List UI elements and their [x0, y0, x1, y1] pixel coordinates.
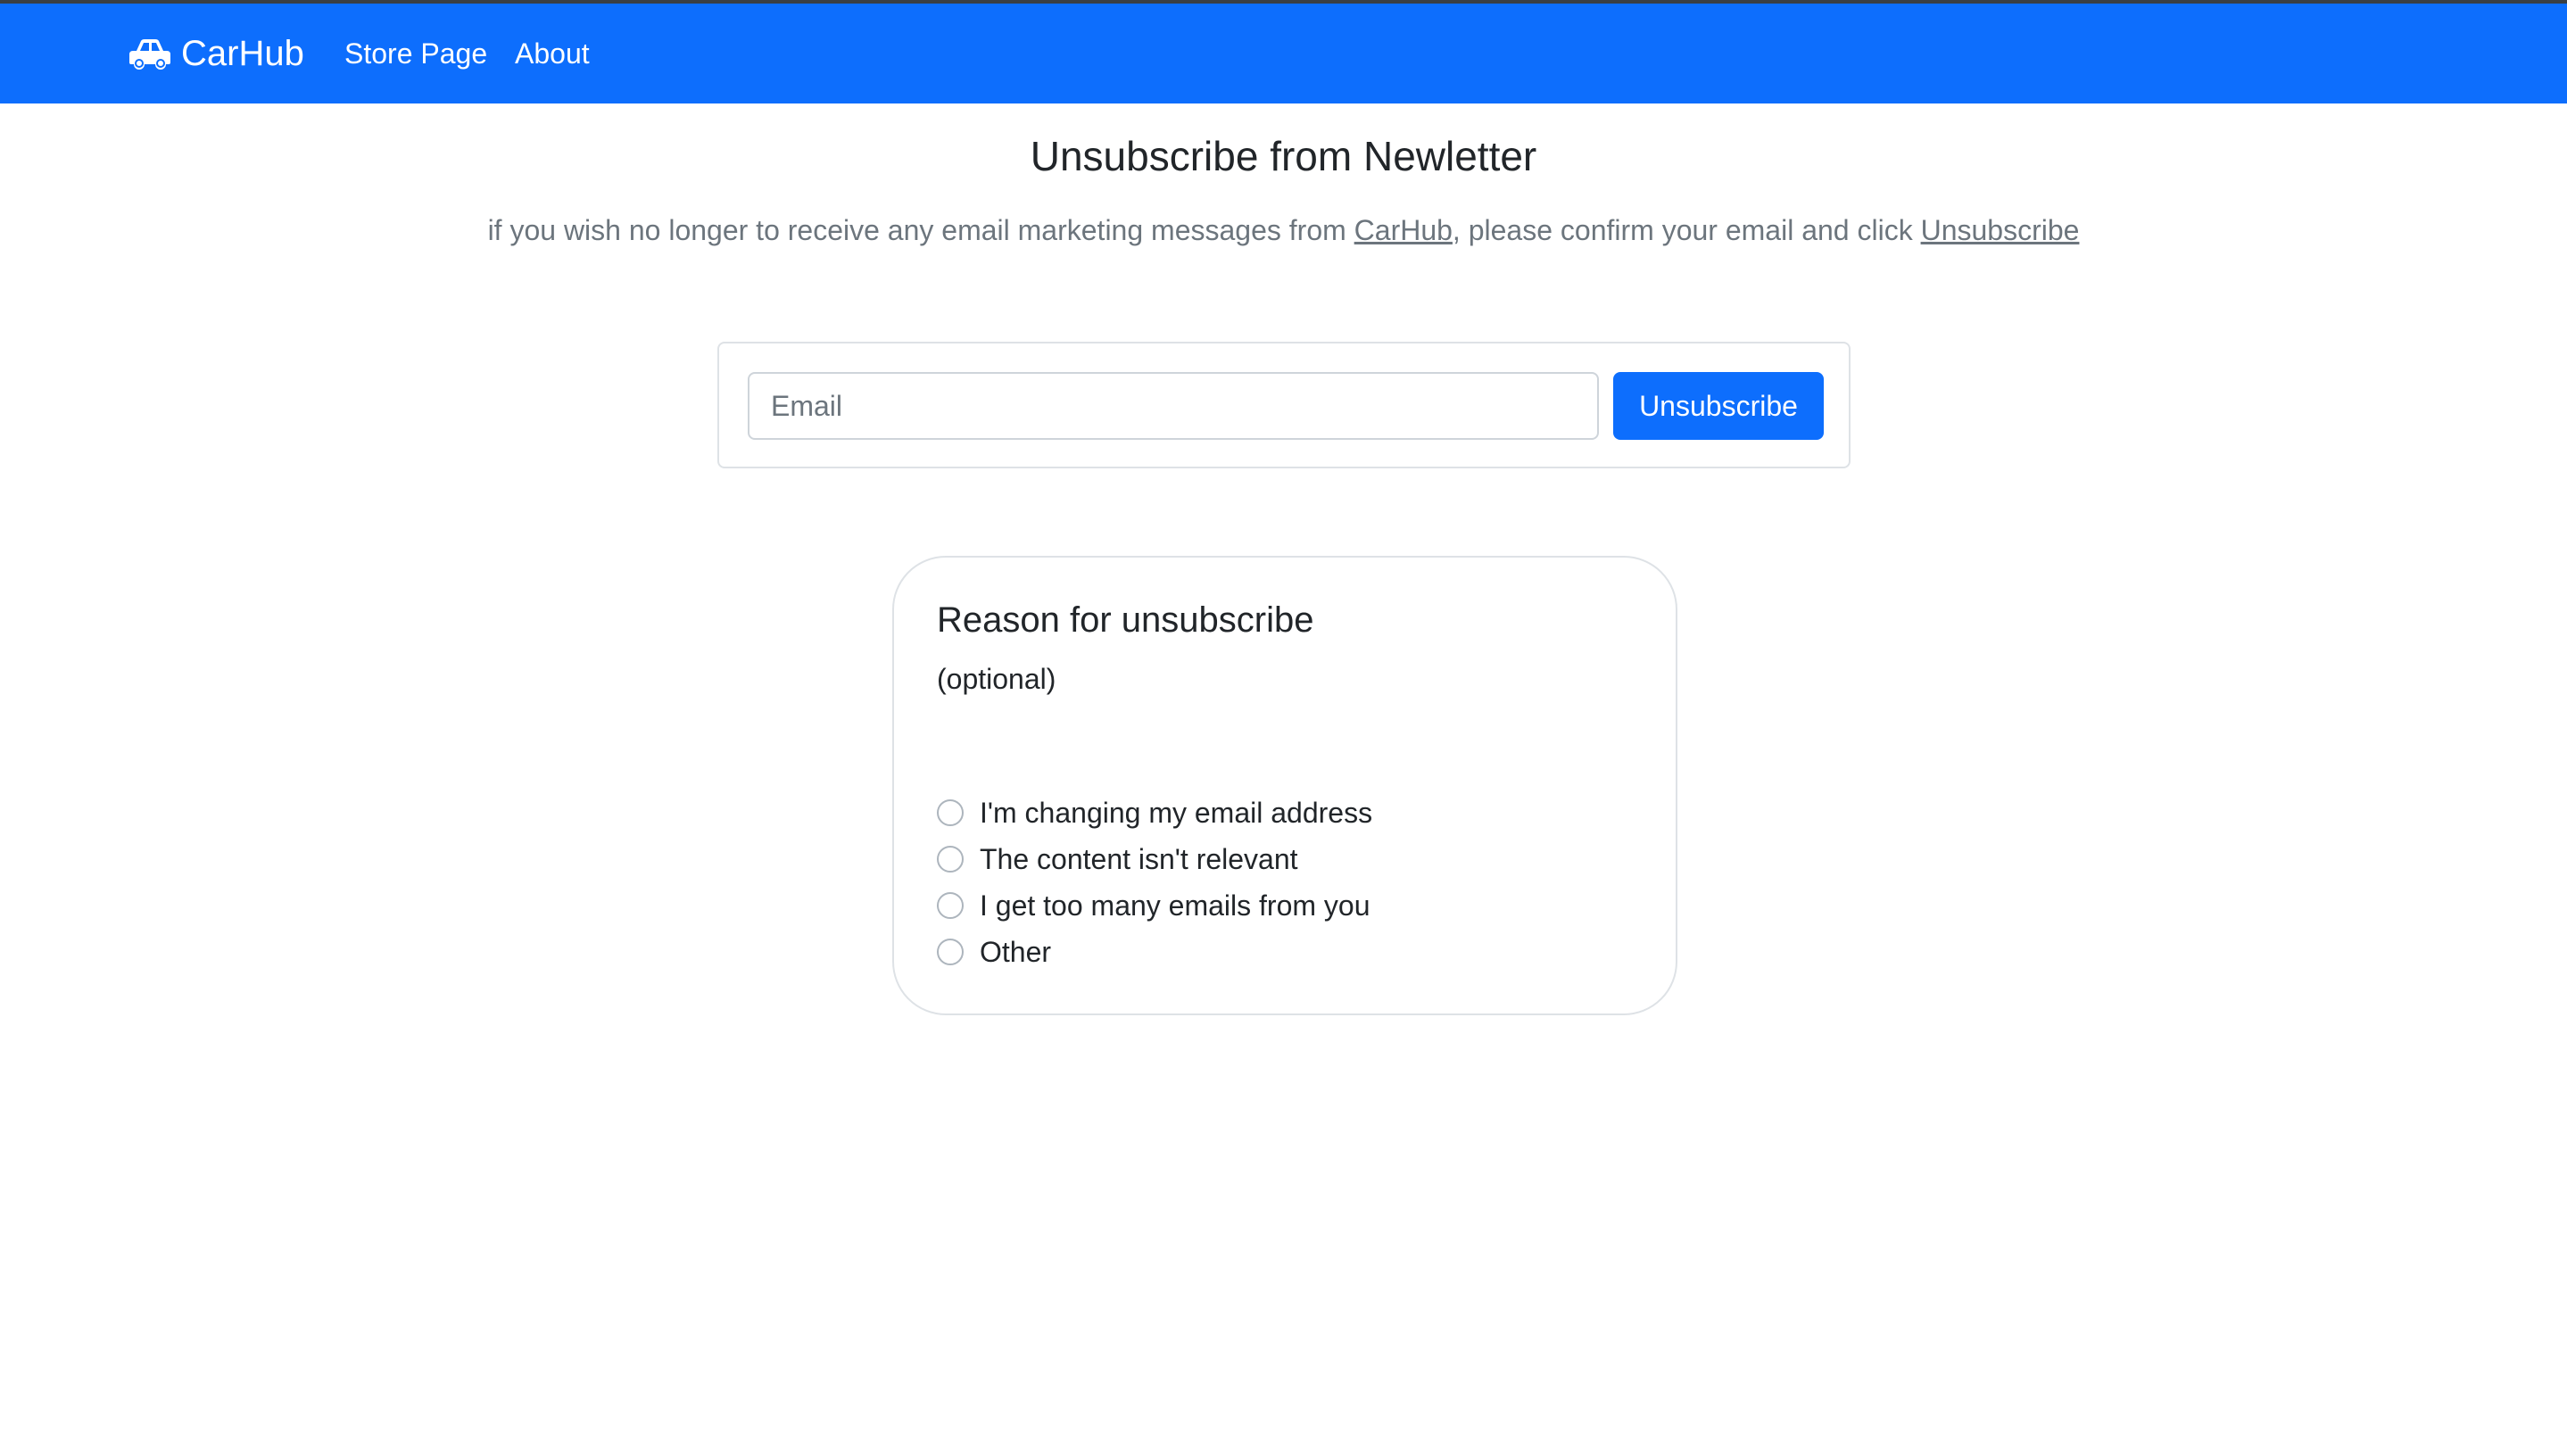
radio-button[interactable] [937, 799, 964, 826]
option-label: Other [980, 935, 1052, 968]
intro-prefix: if you wish no longer to receive any ema… [487, 214, 1354, 246]
unsubscribe-button[interactable]: Unsubscribe [1613, 372, 1824, 440]
email-input[interactable] [748, 372, 1599, 440]
brand-link[interactable]: CarHub [128, 4, 304, 103]
email-form-card: Unsubscribe [717, 342, 1851, 468]
optional-note: (optional) [937, 663, 1056, 695]
intro-unsubscribe-link[interactable]: Unsubscribe [1921, 214, 2080, 246]
option-label: I get too many emails from you [980, 889, 1370, 922]
option-label: I'm changing my email address [980, 796, 1373, 829]
car-icon [129, 39, 170, 70]
brand-name: CarHub [181, 33, 304, 73]
reason-option-not-relevant[interactable]: The content isn't relevant [937, 836, 1372, 882]
reason-option-other[interactable]: Other [937, 929, 1372, 975]
radio-button[interactable] [937, 939, 964, 965]
nav-link-store-page[interactable]: Store Page [344, 4, 487, 103]
nav-link-about[interactable]: About [515, 4, 590, 103]
navbar: CarHub Store Page About [0, 4, 2567, 103]
page-title: Unsubscribe from Newletter [1030, 133, 1537, 179]
radio-button[interactable] [937, 892, 964, 919]
radio-button[interactable] [937, 846, 964, 873]
option-label: The content isn't relevant [980, 842, 1298, 875]
intro-brand-link[interactable]: CarHub [1354, 214, 1453, 246]
intro-middle: , please confirm your email and click [1452, 214, 1921, 246]
reason-option-too-many-emails[interactable]: I get too many emails from you [937, 882, 1372, 929]
intro-text: if you wish no longer to receive any ema… [0, 214, 2567, 247]
reason-title: Reason for unsubscribe [937, 600, 1314, 640]
reason-card: Reason for unsubscribe (optional) I'm ch… [892, 556, 1677, 1015]
reason-options: I'm changing my email address The conten… [937, 790, 1372, 975]
reason-option-changing-email[interactable]: I'm changing my email address [937, 790, 1372, 836]
